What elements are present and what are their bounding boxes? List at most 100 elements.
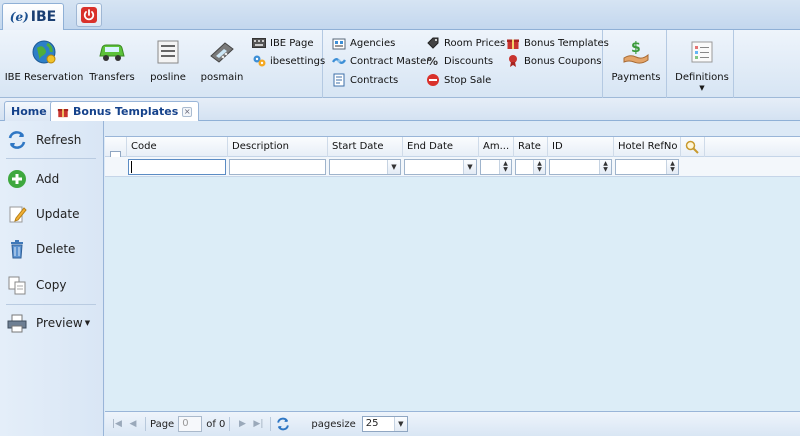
- ibesettings-button[interactable]: ibesettings: [252, 52, 325, 70]
- last-page-icon[interactable]: ▶|: [250, 416, 266, 432]
- ibe-page-button[interactable]: IBE Page: [252, 34, 314, 52]
- payments-button[interactable]: $ Payments: [610, 36, 662, 92]
- rate-filter-spinner[interactable]: ▲ ▼: [515, 159, 546, 175]
- contract-master-button[interactable]: Contract Master: [332, 52, 430, 70]
- posline-button[interactable]: posline: [146, 36, 190, 92]
- ribbon-group-contracts: Agencies Contract Master Contracts Room …: [324, 30, 609, 98]
- tab-home-label: Home: [11, 105, 47, 118]
- chevron-down-icon: ▼: [699, 84, 705, 92]
- discounts-label: Discounts: [444, 55, 494, 67]
- room-prices-label: Room Prices: [444, 37, 506, 49]
- posmain-label: posmain: [200, 72, 244, 83]
- settings-icon: [252, 54, 266, 68]
- column-amount[interactable]: Am...: [479, 137, 514, 157]
- top-tab-strip: (e) IBE: [0, 0, 800, 30]
- power-button[interactable]: [76, 3, 102, 27]
- refresh-button[interactable]: Refresh: [6, 126, 98, 154]
- bonus-templates-button[interactable]: Bonus Templates: [506, 34, 609, 52]
- delete-button[interactable]: Delete: [6, 235, 98, 263]
- grid-header: Code Description Start Date End Date Am.…: [105, 137, 800, 157]
- id-filter-spinner[interactable]: ▲ ▼: [549, 159, 612, 175]
- globe-icon: [28, 36, 60, 68]
- description-filter-input[interactable]: [229, 159, 326, 175]
- spinner-icon[interactable]: ▲ ▼: [666, 160, 678, 174]
- tab-bonus-templates[interactable]: Bonus Templates ×: [50, 101, 200, 121]
- prev-page-icon[interactable]: ◀: [125, 416, 141, 432]
- add-label: Add: [36, 172, 60, 186]
- add-icon: [6, 168, 28, 190]
- spinner-icon[interactable]: ▲ ▼: [599, 160, 611, 174]
- tab-home[interactable]: Home: [4, 101, 54, 121]
- column-search[interactable]: [681, 137, 705, 157]
- ibe-reservation-button[interactable]: IBE Reservation: [5, 36, 83, 92]
- ribbon-group-definitions: Definitions ▼: [668, 30, 734, 98]
- column-rate[interactable]: Rate: [514, 137, 548, 157]
- side-separator: [6, 304, 96, 305]
- payment-icon: $: [620, 36, 652, 68]
- keyboard-icon: [252, 36, 266, 50]
- pager-separator: [145, 417, 146, 431]
- contracts-button[interactable]: Contracts: [332, 71, 398, 89]
- spinner-icon[interactable]: ▲ ▼: [533, 160, 545, 174]
- pos-terminal-icon: [206, 36, 238, 68]
- refresh-icon[interactable]: [275, 416, 291, 432]
- ribbon-toolbar: IBE Reservation Transfers posline posmai…: [0, 30, 800, 98]
- column-hotel-refno[interactable]: Hotel RefNo: [614, 137, 681, 157]
- page-label: Page: [150, 418, 175, 430]
- stop-icon: [426, 73, 440, 87]
- room-prices-button[interactable]: Room Prices: [426, 34, 505, 52]
- column-end-date[interactable]: End Date: [403, 137, 479, 157]
- page-count-label: of 0: [206, 418, 226, 430]
- add-button[interactable]: Add: [6, 165, 98, 193]
- copy-button[interactable]: Copy: [6, 271, 98, 299]
- copy-icon: [6, 274, 28, 296]
- pagesize-label: pagesize: [311, 418, 356, 430]
- ibesettings-label: ibesettings: [270, 55, 326, 67]
- discounts-button[interactable]: % Discounts: [426, 52, 493, 70]
- definitions-label: Definitions: [675, 72, 729, 83]
- start-date-filter-select[interactable]: ▼: [329, 159, 401, 175]
- chevron-down-icon: ▼: [84, 319, 91, 327]
- hotel-refno-filter-spinner[interactable]: ▲ ▼: [615, 159, 679, 175]
- side-separator: [6, 158, 96, 159]
- side-toolbar: Refresh Add Update Delete Copy Preview ▼: [0, 121, 104, 436]
- gift-icon: [57, 106, 69, 118]
- pagesize-select[interactable]: 25 ▼: [361, 416, 408, 432]
- update-label: Update: [36, 207, 80, 221]
- stop-sale-label: Stop Sale: [444, 74, 492, 86]
- definitions-button[interactable]: Definitions ▼: [674, 36, 730, 92]
- gift-icon: [506, 36, 520, 50]
- refresh-icon: [6, 129, 28, 151]
- first-page-icon[interactable]: |◀: [109, 416, 125, 432]
- amount-filter-spinner[interactable]: ▲ ▼: [480, 159, 512, 175]
- spinner-icon[interactable]: ▲ ▼: [499, 160, 511, 174]
- discount-icon: %: [426, 54, 440, 68]
- code-filter-input[interactable]: [128, 159, 226, 175]
- end-date-filter-select[interactable]: ▼: [404, 159, 477, 175]
- ibe-reservation-label: IBE Reservation: [4, 72, 84, 83]
- stop-sale-button[interactable]: Stop Sale: [426, 71, 491, 89]
- column-description[interactable]: Description: [228, 137, 328, 157]
- refresh-label: Refresh: [36, 133, 82, 147]
- ibe-tab-label: IBE: [30, 9, 57, 25]
- page-number-input[interactable]: 0: [178, 416, 203, 432]
- next-page-icon[interactable]: ▶: [234, 416, 250, 432]
- bonus-coupons-button[interactable]: Bonus Coupons: [506, 52, 602, 70]
- transfers-label: Transfers: [89, 72, 135, 83]
- pagesize-value: 25: [365, 418, 379, 429]
- column-id[interactable]: ID: [548, 137, 614, 157]
- preview-button[interactable]: Preview ▼: [6, 309, 98, 337]
- definitions-icon: [686, 36, 718, 68]
- bonus-coupons-label: Bonus Coupons: [524, 55, 602, 67]
- pager-bar: |◀ ◀ Page 0 of 0 ▶ ▶| pagesize 25 ▼: [105, 411, 800, 436]
- column-start-date[interactable]: Start Date: [328, 137, 403, 157]
- posmain-button[interactable]: posmain: [198, 36, 246, 92]
- update-button[interactable]: Update: [6, 200, 98, 228]
- agencies-button[interactable]: Agencies: [332, 34, 395, 52]
- ibe-app-tab[interactable]: (e) IBE: [2, 3, 64, 30]
- contract-master-icon: [332, 54, 346, 68]
- close-icon[interactable]: ×: [182, 106, 193, 117]
- column-code[interactable]: Code: [127, 137, 228, 157]
- transfers-button[interactable]: Transfers: [88, 36, 136, 92]
- contracts-icon: [332, 73, 346, 87]
